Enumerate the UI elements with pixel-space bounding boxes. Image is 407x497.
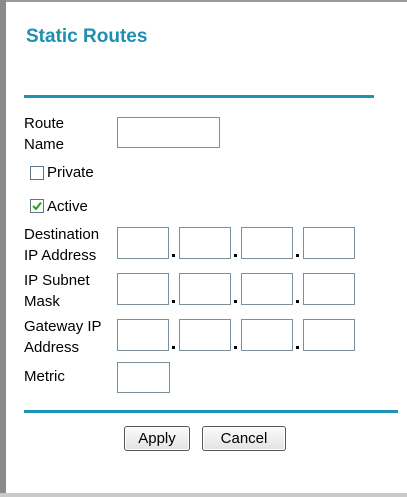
destination-ip-label: Destination IP Address <box>24 226 100 264</box>
ip-separator-dot <box>234 254 237 257</box>
destination-ip-octet-3[interactable] <box>241 227 293 259</box>
window-left-border <box>0 0 6 497</box>
window-bottom-border <box>0 493 407 497</box>
gateway-ip-octet-4[interactable] <box>303 319 355 351</box>
route-name-input[interactable] <box>117 117 220 148</box>
subnet-mask-octet-1[interactable] <box>117 273 169 305</box>
top-divider <box>24 95 374 98</box>
ip-separator-dot <box>296 300 299 303</box>
gateway-ip-octet-3[interactable] <box>241 319 293 351</box>
page-title: Static Routes <box>26 26 148 47</box>
ip-separator-dot <box>234 346 237 349</box>
ip-separator-dot <box>172 346 175 349</box>
route-name-label: Route Name <box>24 115 65 153</box>
subnet-mask-octet-3[interactable] <box>241 273 293 305</box>
destination-ip-octet-1[interactable] <box>117 227 169 259</box>
gateway-ip-octet-2[interactable] <box>179 319 231 351</box>
ip-separator-dot <box>234 300 237 303</box>
destination-ip-octet-2[interactable] <box>179 227 231 259</box>
subnet-mask-octet-4[interactable] <box>303 273 355 305</box>
metric-label: Metric <box>24 368 65 385</box>
window-top-border <box>0 0 407 2</box>
active-checkbox[interactable] <box>30 199 44 213</box>
subnet-mask-octet-2[interactable] <box>179 273 231 305</box>
ip-separator-dot <box>172 254 175 257</box>
apply-button[interactable]: Apply <box>124 426 190 451</box>
destination-ip-octet-4[interactable] <box>303 227 355 259</box>
gateway-ip-label: Gateway IP Address <box>24 318 102 356</box>
private-label: Private <box>47 164 94 181</box>
active-label: Active <box>47 198 88 215</box>
metric-input[interactable] <box>117 362 170 393</box>
gateway-ip-octet-1[interactable] <box>117 319 169 351</box>
ip-separator-dot <box>296 254 299 257</box>
cancel-button[interactable]: Cancel <box>202 426 286 451</box>
subnet-mask-label: IP Subnet Mask <box>24 272 90 310</box>
private-checkbox[interactable] <box>30 166 44 180</box>
check-icon <box>32 201 42 211</box>
ip-separator-dot <box>172 300 175 303</box>
bottom-divider <box>24 410 398 413</box>
ip-separator-dot <box>296 346 299 349</box>
